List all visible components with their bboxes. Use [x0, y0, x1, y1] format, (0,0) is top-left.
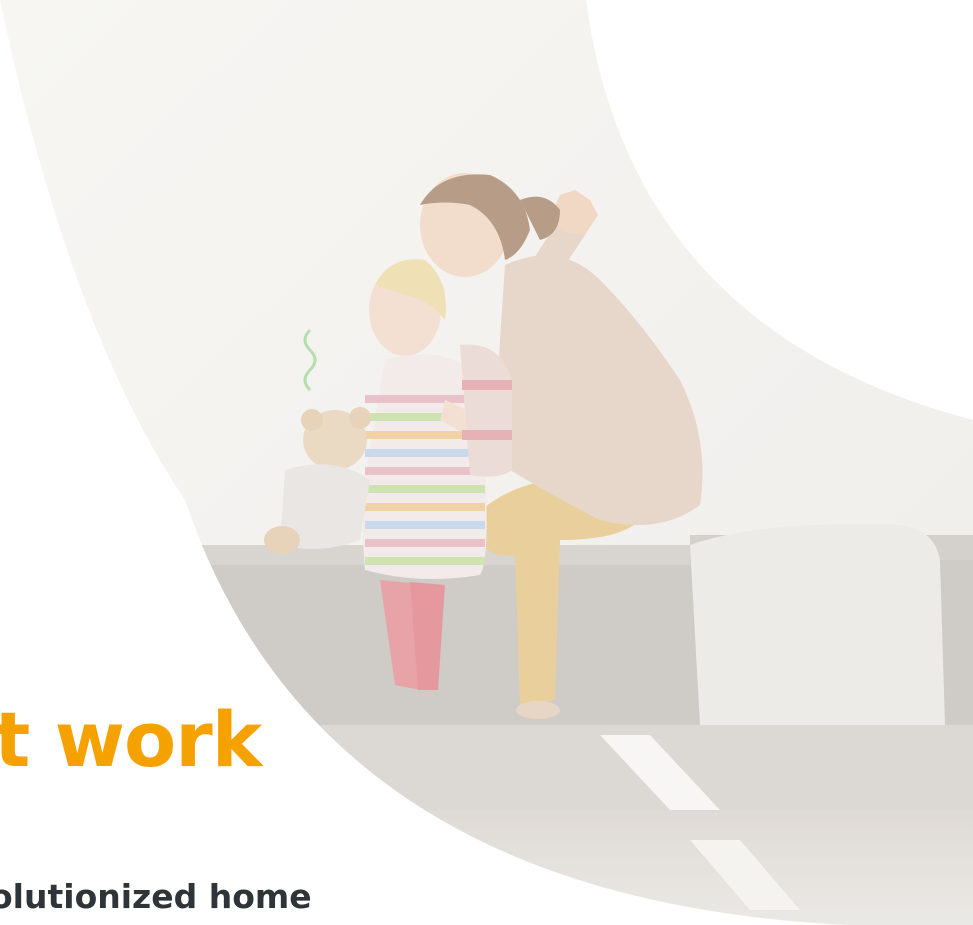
photo-scene	[0, 0, 973, 925]
hero-headline: t work	[0, 695, 262, 784]
hero-section: t work olutionized home	[0, 0, 973, 925]
hero-subtext: olutionized home	[0, 877, 312, 916]
sofa	[150, 524, 973, 925]
hero-photo	[0, 0, 973, 925]
